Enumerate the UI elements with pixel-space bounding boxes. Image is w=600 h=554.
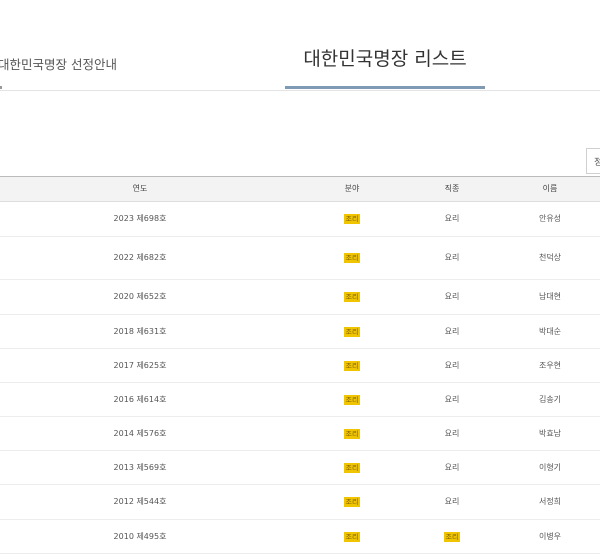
table-row[interactable]: 2013 제569호 조리 요리 이형기 — [0, 451, 600, 485]
table-row[interactable]: 2020 제652호 조리 요리 남대현 — [0, 280, 600, 315]
cell-year: 2020 제652호 — [113, 292, 167, 301]
cell-field-badge: 조리 — [343, 428, 361, 439]
masters-table: 연도 분야 직종 이름 2023 제698호 조리 요리 안유성 2022 제682호 조… — [0, 176, 600, 554]
table-row[interactable]: 2010 제495호 조리 조리 이병우 — [0, 520, 600, 554]
cell-field-badge: 조리 — [343, 360, 361, 371]
cell-name: 박대순 — [538, 327, 562, 336]
cell-type: 요리 — [444, 463, 460, 472]
tab-left-underline — [0, 86, 2, 89]
table-body: 2023 제698호 조리 요리 안유성 2022 제682호 조리 요리 천덕상 2020 제… — [0, 202, 600, 554]
cell-field: 조리 — [300, 237, 404, 279]
header-year: 연도 — [132, 184, 148, 193]
header-field: 분야 — [344, 184, 360, 193]
cell-year: 2023 제698호 — [113, 214, 167, 223]
table-row[interactable]: 2023 제698호 조리 요리 안유성 — [0, 202, 600, 237]
cell-field: 조리 — [300, 485, 404, 519]
cell-field: 조리 — [300, 520, 404, 553]
cell-type-badge: 조리 — [443, 531, 461, 542]
table-row[interactable]: 2012 제544호 조리 요리 서정희 — [0, 485, 600, 520]
tab-master-list[interactable]: 대한민국명장 리스트 — [285, 44, 485, 71]
cell-type: 요리 — [444, 395, 460, 404]
active-tab-underline — [285, 86, 485, 89]
cell-field: 조리 — [300, 280, 404, 314]
cell-year: 2022 제682호 — [113, 253, 167, 262]
cell-name: 김송기 — [538, 395, 562, 404]
cell-field-badge: 조리 — [343, 531, 361, 542]
cell-field-badge: 조리 — [343, 394, 361, 405]
table-header: 연도 분야 직종 이름 — [0, 177, 600, 202]
cell-field-badge: 조리 — [343, 496, 361, 507]
cell-field: 조리 — [300, 417, 404, 450]
cell-type: 요리 — [444, 497, 460, 506]
table-row[interactable]: 2018 제631호 조리 요리 박대순 — [0, 315, 600, 349]
cell-type: 조리 — [404, 520, 500, 553]
cell-field: 조리 — [300, 315, 404, 348]
cell-year: 2016 제614호 — [113, 395, 167, 404]
cell-name: 서정희 — [538, 497, 562, 506]
cell-type: 요리 — [444, 327, 460, 336]
cell-field-badge: 조리 — [343, 252, 361, 263]
header-type: 직종 — [444, 184, 460, 193]
cell-name: 박효남 — [538, 429, 562, 438]
cell-type: 요리 — [444, 429, 460, 438]
cell-year: 2014 제576호 — [113, 429, 167, 438]
tab-selection-info[interactable]: 대한민국명장 선정안내 — [0, 54, 117, 73]
cell-year: 2018 제631호 — [113, 327, 167, 336]
cell-name: 조우현 — [538, 361, 562, 370]
cell-type: 요리 — [444, 214, 460, 223]
cell-year: 2010 제495호 — [113, 532, 167, 541]
cell-name: 안유성 — [538, 214, 562, 223]
table-row[interactable]: 2016 제614호 조리 요리 김송기 — [0, 383, 600, 417]
cell-name: 이병우 — [538, 532, 562, 541]
cell-type: 요리 — [444, 292, 460, 301]
tab-bar: 대한민국명장 선정안내 대한민국명장 리스트 — [0, 0, 600, 91]
cell-year: 2012 제544호 — [113, 497, 167, 506]
cell-name: 남대현 — [538, 292, 562, 301]
cell-field-badge: 조리 — [343, 462, 361, 473]
cell-type: 요리 — [444, 361, 460, 370]
cell-field-badge: 조리 — [343, 326, 361, 337]
header-name: 이름 — [542, 184, 558, 193]
cell-field: 조리 — [300, 202, 404, 236]
cell-field: 조리 — [300, 349, 404, 382]
table-row[interactable]: 2017 제625호 조리 요리 조우현 — [0, 349, 600, 383]
cell-name: 이형기 — [538, 463, 562, 472]
cell-type: 요리 — [444, 253, 460, 262]
table-row[interactable]: 2014 제576호 조리 요리 박효남 — [0, 417, 600, 451]
cell-field-badge: 조리 — [343, 291, 361, 302]
cell-field-badge: 조리 — [343, 213, 361, 224]
table-row[interactable]: 2022 제682호 조리 요리 천덕상 — [0, 237, 600, 280]
sort-button[interactable]: 정렬 — [586, 148, 600, 174]
cell-name: 천덕상 — [538, 253, 562, 262]
cell-year: 2017 제625호 — [113, 361, 167, 370]
cell-field: 조리 — [300, 451, 404, 484]
cell-year: 2013 제569호 — [113, 463, 167, 472]
cell-field: 조리 — [300, 383, 404, 416]
